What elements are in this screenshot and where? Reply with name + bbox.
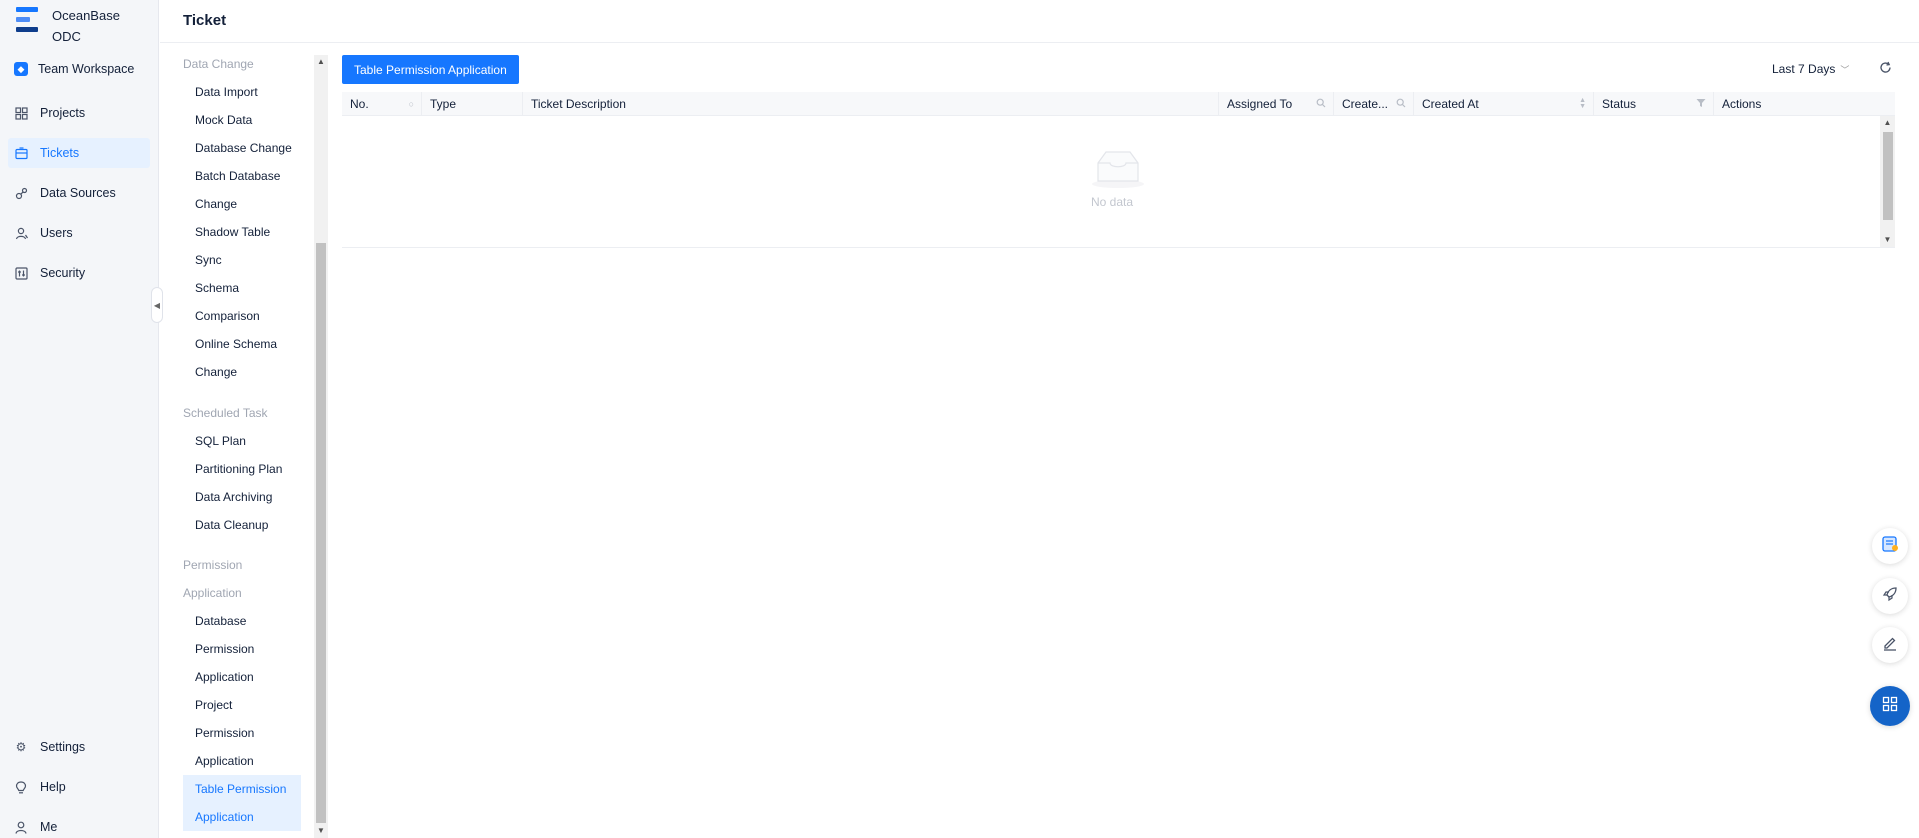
search-icon[interactable]: [1396, 98, 1406, 110]
edit-icon: [1882, 635, 1898, 655]
task-list-icon: [1881, 535, 1899, 557]
scrollbar-thumb[interactable]: [1883, 132, 1893, 220]
ticket-type-project-permission-application-line3[interactable]: Application: [195, 754, 254, 768]
ticket-type-batch-database-change-line1[interactable]: Batch Database: [195, 169, 280, 183]
ticket-type-shadow-table-sync-line1[interactable]: Shadow Table: [195, 225, 270, 239]
scroll-down-arrow-icon[interactable]: ▼: [314, 826, 328, 835]
ticket-type-online-schema-change-line2[interactable]: Change: [195, 365, 237, 379]
scroll-up-arrow-icon[interactable]: ▲: [314, 57, 328, 66]
nav-item-users[interactable]: Users: [8, 218, 150, 248]
page-title: Ticket: [183, 12, 227, 29]
page-header: Ticket: [160, 0, 1919, 43]
scrollbar-thumb[interactable]: [316, 243, 326, 823]
feedback-button[interactable]: [1872, 627, 1908, 663]
create-ticket-button[interactable]: Table Permission Application: [342, 55, 519, 84]
column-header-created-by[interactable]: Create...: [1334, 92, 1414, 116]
group-title-permission-application-line1: Permission: [183, 558, 243, 572]
search-icon[interactable]: [1316, 98, 1326, 110]
gear-icon: ⚙: [15, 740, 27, 754]
ticket-type-data-import[interactable]: Data Import: [195, 85, 258, 99]
data-sources-icon: [14, 186, 28, 200]
ticket-type-mock-data[interactable]: Mock Data: [195, 113, 252, 127]
search-icon[interactable]: ○: [409, 99, 414, 109]
ticket-type-database-permission-application-line1[interactable]: Database: [195, 614, 246, 628]
nav-item-help[interactable]: Help: [8, 772, 150, 802]
ticket-table: No. ○ Type Ticket Description Assigned T…: [342, 92, 1895, 248]
date-range-select[interactable]: Last 7 Days ﹀: [1772, 62, 1849, 76]
brand-name: OceanBase ODC: [52, 8, 120, 44]
workspace-switcher[interactable]: ◆ Team Workspace: [8, 54, 150, 84]
ticket-type-shadow-table-sync-line2[interactable]: Sync: [195, 253, 222, 267]
column-header-no[interactable]: No. ○: [342, 92, 422, 116]
ticket-type-database-permission-application-line3[interactable]: Application: [195, 670, 254, 684]
column-header-created-at[interactable]: Created At ▲ ▼: [1414, 92, 1594, 116]
empty-text: No data: [1090, 195, 1134, 209]
empty-inbox-icon: [1090, 149, 1146, 189]
chevron-down-icon: ﹀: [1840, 64, 1850, 75]
ticket-type-panel: Data Change Data Import Mock Data Databa…: [160, 50, 326, 838]
task-center-button[interactable]: [1872, 528, 1908, 564]
bulb-icon: [14, 780, 28, 794]
sort-icon[interactable]: ▲ ▼: [1579, 97, 1586, 110]
launch-button[interactable]: [1872, 578, 1908, 614]
collapse-sidebar-button[interactable]: ◀: [151, 287, 163, 323]
tickets-icon: [14, 146, 28, 160]
nav-item-projects[interactable]: Projects: [8, 98, 150, 128]
empty-state: No data: [342, 116, 1882, 248]
column-header-ticket-description: Ticket Description: [523, 92, 1219, 116]
ticket-type-project-permission-application-line1[interactable]: Project: [195, 698, 232, 712]
nav-item-tickets[interactable]: Tickets: [8, 138, 150, 168]
ticket-type-database-change[interactable]: Database Change: [195, 141, 292, 155]
nav-item-me[interactable]: Me: [8, 812, 150, 838]
caret-left-icon: ◀: [153, 300, 161, 310]
ticket-type-schema-comparison-line1[interactable]: Schema: [195, 281, 239, 295]
column-header-actions: Actions: [1722, 97, 1762, 111]
ticket-type-scrollbar[interactable]: ▲ ▼: [314, 55, 328, 838]
refresh-icon[interactable]: [1879, 61, 1892, 77]
oceanbase-logo-icon: [16, 7, 38, 35]
column-header-status[interactable]: Status: [1594, 92, 1714, 116]
ticket-type-batch-database-change-line2[interactable]: Change: [195, 197, 237, 211]
nav-item-settings[interactable]: ⚙ Settings: [8, 732, 150, 762]
ticket-type-project-permission-application-line2[interactable]: Permission: [195, 726, 254, 740]
ticket-type-schema-comparison-line2[interactable]: Comparison: [195, 309, 260, 323]
users-icon: [14, 226, 28, 240]
ticket-type-data-cleanup[interactable]: Data Cleanup: [195, 518, 268, 532]
table-header: No. ○ Type Ticket Description Assigned T…: [342, 92, 1895, 116]
ticket-type-online-schema-change-line1[interactable]: Online Schema: [195, 337, 277, 351]
security-icon: [14, 266, 28, 280]
table-scrollbar[interactable]: ▲ ▼: [1880, 116, 1895, 247]
ticket-type-table-permission-application-line2[interactable]: Application: [195, 810, 254, 824]
app-menu-button[interactable]: [1870, 686, 1910, 726]
ticket-type-sql-plan[interactable]: SQL Plan: [195, 434, 246, 448]
scroll-up-arrow-icon[interactable]: ▲: [1880, 118, 1895, 127]
nav-item-security[interactable]: Security: [8, 258, 150, 288]
group-title-scheduled-task: Scheduled Task: [183, 406, 268, 420]
ticket-type-data-archiving[interactable]: Data Archiving: [195, 490, 272, 504]
nav-item-data-sources[interactable]: Data Sources: [8, 178, 150, 208]
left-navigation: OceanBase ODC ◆ Team Workspace Projects …: [0, 0, 159, 838]
ticket-type-partitioning-plan[interactable]: Partitioning Plan: [195, 462, 282, 476]
workspace-icon: ◆: [14, 62, 28, 76]
user-icon: [14, 820, 28, 834]
group-title-data-change: Data Change: [183, 57, 254, 71]
group-title-permission-application-line2: Application: [183, 586, 242, 600]
ticket-type-table-permission-application-line1[interactable]: Table Permission: [195, 782, 286, 796]
grid-icon: [1882, 696, 1898, 716]
ticket-type-database-permission-application-line2[interactable]: Permission: [195, 642, 254, 656]
column-header-assigned-to[interactable]: Assigned To: [1219, 92, 1334, 116]
projects-icon: [14, 106, 28, 120]
rocket-icon: [1882, 586, 1898, 606]
filter-icon[interactable]: [1696, 98, 1706, 110]
column-header-type: Type: [422, 92, 523, 116]
brand[interactable]: OceanBase ODC: [16, 5, 120, 47]
scroll-down-arrow-icon[interactable]: ▼: [1880, 235, 1895, 244]
